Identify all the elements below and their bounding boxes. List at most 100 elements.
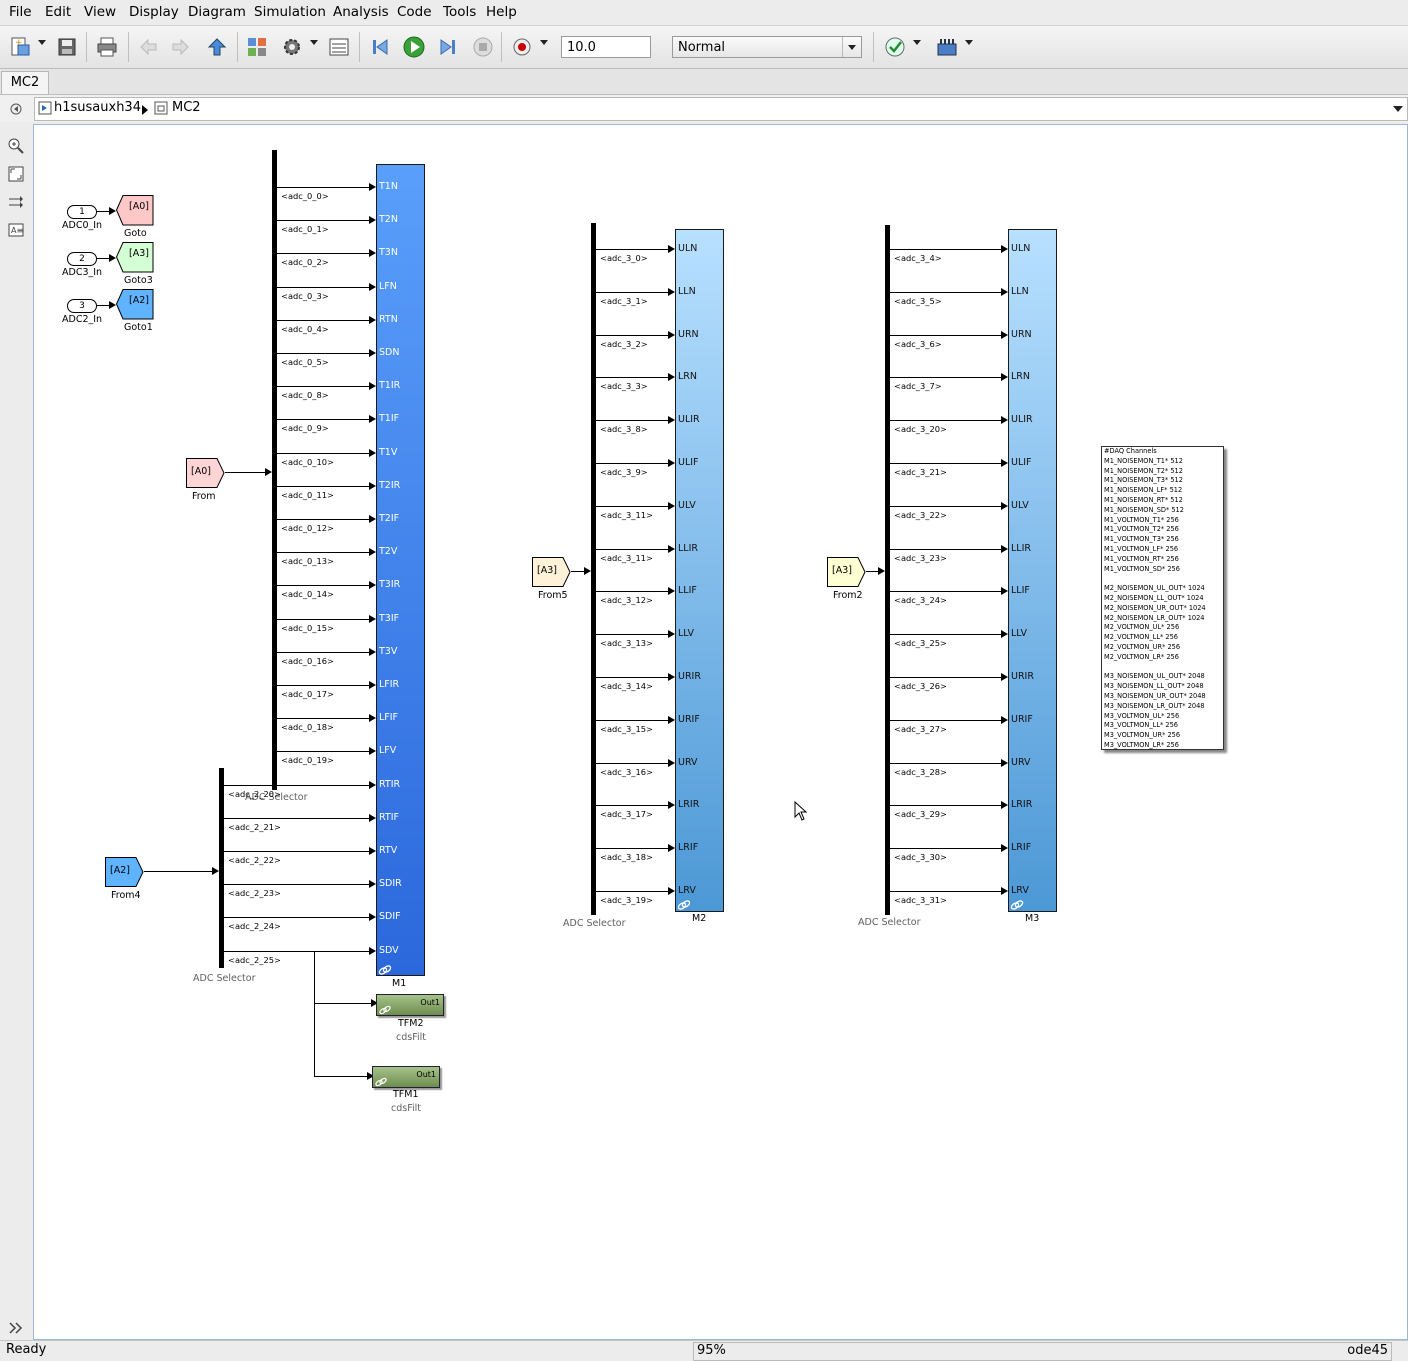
print-icon[interactable]	[95, 35, 119, 59]
arrow-icon	[1001, 630, 1008, 638]
signal-line	[277, 619, 370, 620]
menu-analysis[interactable]: Analysis	[333, 4, 389, 20]
signal-line	[890, 549, 1001, 550]
m2-port-label: LRIF	[678, 842, 699, 853]
settings-dropdown-icon[interactable]	[310, 40, 318, 45]
library-browser-icon[interactable]	[245, 35, 269, 59]
arrow-icon	[668, 587, 675, 595]
inport-block[interactable]: 3	[67, 299, 97, 313]
daq-line: M3_NOISEMON_LR_OUT* 2048	[1104, 701, 1205, 710]
menu-diagram[interactable]: Diagram	[188, 4, 246, 20]
mouse-cursor-icon	[794, 800, 808, 825]
arrow-icon	[668, 801, 675, 809]
signal-name: <adc_3_19>	[600, 895, 653, 905]
m1-port-label: SDIR	[379, 878, 402, 889]
menu-view[interactable]: View	[84, 4, 116, 20]
simulation-mode-select[interactable]: Normal	[672, 36, 862, 58]
menu-code[interactable]: Code	[397, 4, 432, 20]
forward-icon[interactable]	[169, 35, 193, 59]
signal-arrow-icon[interactable]	[8, 194, 24, 214]
signal-name: <adc_3_28>	[894, 767, 947, 777]
adc-selector-bus[interactable]	[591, 223, 596, 915]
m1-port-label: RTN	[379, 314, 398, 325]
save-icon[interactable]	[55, 35, 79, 59]
m1-port-label: LFN	[379, 281, 397, 292]
back-icon[interactable]	[136, 35, 160, 59]
signal-name: <adc_0_10>	[281, 457, 334, 467]
m1-block-name: M1	[392, 978, 407, 989]
menu-file[interactable]: File	[9, 4, 32, 20]
build-model-icon[interactable]	[935, 35, 959, 59]
signal-name: <adc_0_19>	[281, 755, 334, 765]
signal-name: <adc_2_20>	[228, 789, 281, 799]
m1-port-label: T3IR	[379, 579, 401, 590]
arrow-icon	[369, 515, 376, 523]
model-settings-icon[interactable]	[280, 35, 304, 59]
signal-name: <adc_0_12>	[281, 523, 334, 533]
zoom-icon[interactable]	[8, 138, 24, 158]
new-model-icon[interactable]: +	[8, 35, 32, 59]
menu-simulation[interactable]: Simulation	[254, 4, 326, 20]
signal-line	[277, 220, 370, 221]
signal-line	[277, 685, 370, 686]
arrow-icon	[369, 183, 376, 191]
library-link-icon	[375, 1072, 387, 1091]
breadcrumb-current[interactable]: MC2	[172, 100, 201, 115]
solver-name: ode45	[1347, 1343, 1388, 1358]
advisor-dropdown-icon[interactable]	[913, 40, 921, 45]
chevron-down-icon[interactable]	[842, 37, 861, 57]
record-dropdown-icon[interactable]	[540, 40, 548, 45]
record-icon[interactable]	[510, 35, 534, 59]
build-dropdown-icon[interactable]	[965, 40, 973, 45]
step-forward-icon[interactable]	[436, 35, 460, 59]
tfm1-filter-block[interactable]: Out1	[372, 1066, 440, 1088]
model-advisor-icon[interactable]	[883, 35, 907, 59]
adc-selector-bus[interactable]	[272, 150, 277, 790]
adc-selector-bus[interactable]	[219, 768, 224, 968]
m3-port-label: URV	[1011, 757, 1031, 768]
signal-line	[277, 353, 370, 354]
inport-block[interactable]: 1	[67, 205, 97, 219]
signal-line	[277, 386, 370, 387]
menu-tools[interactable]: Tools	[443, 4, 476, 20]
menu-help[interactable]: Help	[486, 4, 517, 20]
expand-palette-icon[interactable]	[9, 1319, 23, 1338]
stop-icon[interactable]	[471, 35, 495, 59]
new-dropdown-icon[interactable]	[38, 40, 46, 45]
tfm2-filter-block[interactable]: Out1	[376, 994, 444, 1016]
daq-channels-note[interactable]: #DAQ Channels M1_NOISEMON_T1* 512 M1_NOISE…	[1101, 446, 1224, 750]
menu-display[interactable]: Display	[129, 4, 179, 20]
fit-to-view-icon[interactable]	[8, 166, 24, 186]
signal-line	[277, 552, 370, 553]
m3-port-label: ULV	[1011, 500, 1029, 511]
address-bar: h1susauxh34 MC2	[0, 95, 1408, 122]
signal-line	[890, 420, 1001, 421]
toolbar: + 10.0 Normal	[0, 26, 1408, 69]
annotation-icon[interactable]: A≡	[8, 222, 24, 242]
signal-name: <adc_3_1>	[600, 296, 648, 306]
history-dropdown-icon[interactable]	[1393, 106, 1403, 112]
adc-selector-bus[interactable]	[885, 225, 890, 915]
arrow-icon	[369, 548, 376, 556]
hide-explorer-icon[interactable]	[9, 101, 23, 120]
tfm1-library: cdsFilt	[391, 1103, 421, 1114]
arrow-icon	[369, 581, 376, 589]
stop-time-field[interactable]: 10.0	[561, 36, 651, 58]
step-back-icon[interactable]	[368, 35, 392, 59]
model-explorer-icon[interactable]	[327, 35, 351, 59]
signal-name: <adc_2_23>	[228, 888, 281, 898]
signal-line	[596, 634, 668, 635]
signal-name: <adc_0_16>	[281, 656, 334, 666]
m2-port-label: ULV	[678, 500, 696, 511]
run-icon[interactable]	[402, 35, 426, 59]
daq-line: M3_NOISEMON_LL_OUT* 2048	[1104, 682, 1204, 691]
breadcrumb-root[interactable]: h1susauxh34	[54, 100, 141, 115]
tab-mc2[interactable]: MC2	[1, 71, 49, 94]
arrow-icon	[369, 714, 376, 722]
arrow-icon	[109, 301, 116, 309]
up-to-parent-icon[interactable]	[205, 35, 229, 59]
menu-edit[interactable]: Edit	[45, 4, 71, 20]
inport-block[interactable]: 2	[67, 252, 97, 266]
arrow-icon	[1001, 759, 1008, 767]
diagram-canvas[interactable]: 1 ADC0_In [A0] Goto 2 ADC3_In [A3] Goto3 3 ADC2_I…	[33, 124, 1408, 1340]
